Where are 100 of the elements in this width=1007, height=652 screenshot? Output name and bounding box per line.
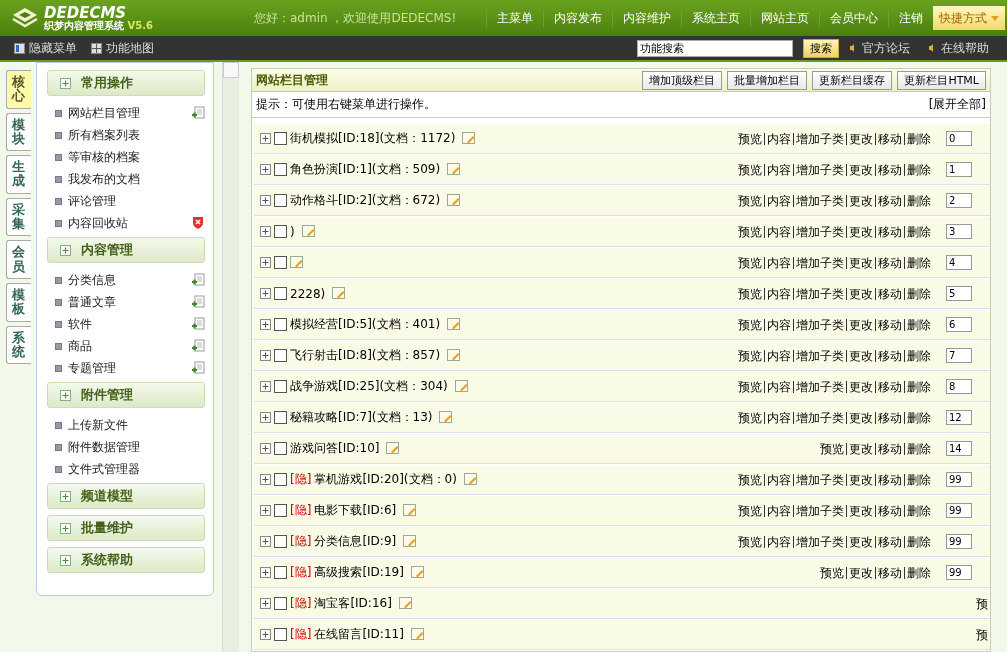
action-link[interactable]: 删除 <box>904 380 933 393</box>
delete-shield-icon[interactable] <box>191 216 205 230</box>
action-link[interactable]: 移动 <box>875 194 904 207</box>
header-link[interactable]: 在线帮助 <box>941 39 989 57</box>
action-link[interactable]: 预览 <box>818 442 846 455</box>
action-link[interactable]: 更改 <box>846 132 875 145</box>
action-link[interactable]: 内容 <box>764 318 793 331</box>
order-field[interactable]: 4 <box>946 255 972 270</box>
nav-link[interactable]: 系统主页 <box>681 9 750 27</box>
side-tab[interactable]: 模板 <box>6 282 31 322</box>
menu-group-header[interactable]: 系统帮助 <box>47 547 205 573</box>
action-link[interactable]: 更改 <box>846 318 875 331</box>
action-link[interactable]: 移动 <box>875 256 904 269</box>
action-link[interactable]: 预览 <box>736 380 764 393</box>
add-document-icon[interactable] <box>191 106 205 120</box>
grid-icon[interactable] <box>91 42 102 54</box>
action-link[interactable]: 删除 <box>904 411 933 424</box>
action-link[interactable]: 增加子类 <box>793 132 846 145</box>
action-link[interactable]: 预览 <box>736 256 764 269</box>
action-link[interactable]: 预览 <box>736 473 764 486</box>
menu-item[interactable]: 普通文章 <box>68 293 116 311</box>
action-link[interactable]: 移动 <box>875 132 904 145</box>
action-link[interactable]: 移动 <box>875 349 904 362</box>
menu-item[interactable]: 我发布的文档 <box>68 170 140 188</box>
action-link[interactable]: 内容 <box>764 349 793 362</box>
order-field[interactable]: 14 <box>946 441 972 456</box>
menu-group-header[interactable]: 频道模型 <box>47 483 205 509</box>
order-field[interactable]: 99 <box>946 534 972 549</box>
action-link[interactable]: 预 <box>974 628 990 641</box>
action-link[interactable]: 预览 <box>736 132 764 145</box>
action-link[interactable]: 更改 <box>846 287 875 300</box>
action-link[interactable]: 删除 <box>904 225 933 238</box>
menu-group-header[interactable]: 常用操作 <box>47 70 205 96</box>
action-link[interactable]: 移动 <box>875 225 904 238</box>
checkbox[interactable] <box>274 349 287 362</box>
action-link[interactable]: 增加子类 <box>793 349 846 362</box>
action-link[interactable]: 内容 <box>764 473 793 486</box>
menu-item[interactable]: 商品 <box>68 337 92 355</box>
action-link[interactable]: 内容 <box>764 535 793 548</box>
order-field[interactable]: 5 <box>946 286 972 301</box>
action-link[interactable]: 内容 <box>764 504 793 517</box>
menu-group-header[interactable]: 批量维护 <box>47 515 205 541</box>
menu-item[interactable]: 内容回收站 <box>68 214 128 232</box>
action-link[interactable]: 删除 <box>904 473 933 486</box>
action-link[interactable]: 内容 <box>764 256 793 269</box>
menu-item[interactable]: 上传新文件 <box>68 416 128 434</box>
action-link[interactable]: 移动 <box>875 411 904 424</box>
add-document-icon[interactable] <box>191 361 205 375</box>
checkbox[interactable] <box>274 566 287 579</box>
nav-link[interactable]: 网站主页 <box>750 9 819 27</box>
category-name[interactable]: 2228) <box>290 286 326 301</box>
action-link[interactable]: 更改 <box>846 349 875 362</box>
action-link[interactable]: 删除 <box>904 349 933 362</box>
action-link[interactable]: 更改 <box>846 566 875 579</box>
menu-group-header[interactable]: 附件管理 <box>47 382 205 408</box>
action-link[interactable]: 更改 <box>846 442 875 455</box>
action-link[interactable]: 删除 <box>904 256 933 269</box>
expand-icon[interactable] <box>260 629 271 640</box>
category-name[interactable]: 战争游戏[ID:25](文档：304) <box>290 378 448 395</box>
action-link[interactable]: 内容 <box>764 194 793 207</box>
action-link[interactable]: 预览 <box>736 349 764 362</box>
checkbox[interactable] <box>274 194 287 207</box>
expand-icon[interactable] <box>260 226 271 237</box>
action-link[interactable]: 增加子类 <box>793 225 846 238</box>
menu-item[interactable]: 网站栏目管理 <box>68 104 140 122</box>
action-link[interactable]: 预览 <box>736 225 764 238</box>
action-link[interactable]: 预 <box>974 597 990 610</box>
checkbox[interactable] <box>274 318 287 331</box>
checkbox[interactable] <box>274 380 287 393</box>
menu-item[interactable]: 评论管理 <box>68 192 116 210</box>
action-link[interactable]: 增加子类 <box>793 535 846 548</box>
expand-icon[interactable] <box>260 164 271 175</box>
menu-item[interactable]: 所有档案列表 <box>68 126 140 144</box>
add-document-icon[interactable] <box>191 317 205 331</box>
category-name[interactable]: ) <box>290 224 295 239</box>
order-field[interactable]: 99 <box>946 472 972 487</box>
order-field[interactable]: 1 <box>946 162 972 177</box>
menu-item[interactable]: 软件 <box>68 315 92 333</box>
expand-icon[interactable] <box>260 350 271 361</box>
search-field[interactable]: 功能搜索 <box>637 39 793 57</box>
action-link[interactable]: 增加子类 <box>793 504 846 517</box>
side-tab[interactable]: 核心 <box>6 70 31 109</box>
action-link[interactable]: 删除 <box>904 535 933 548</box>
expand-icon[interactable] <box>260 288 271 299</box>
expand-all-link[interactable]: [展开全部] <box>928 96 986 113</box>
action-link[interactable]: 增加子类 <box>793 163 846 176</box>
side-tab[interactable]: 采集 <box>6 197 31 237</box>
action-link[interactable]: 预览 <box>818 566 846 579</box>
side-tab[interactable]: 会员 <box>6 240 31 279</box>
action-link[interactable]: 删除 <box>904 442 933 455</box>
toolbar-link[interactable]: 功能地图 <box>106 39 154 57</box>
action-link[interactable]: 删除 <box>904 287 933 300</box>
category-name[interactable]: 动作格斗[ID:2](文档：672) <box>290 192 441 209</box>
order-field[interactable]: 8 <box>946 379 972 394</box>
action-link[interactable]: 更改 <box>846 225 875 238</box>
checkbox[interactable] <box>274 225 287 238</box>
columns-icon[interactable] <box>14 42 25 54</box>
category-name[interactable]: 游戏问答[ID:10] <box>290 440 380 457</box>
expand-icon[interactable] <box>260 133 271 144</box>
action-link[interactable]: 预览 <box>736 163 764 176</box>
